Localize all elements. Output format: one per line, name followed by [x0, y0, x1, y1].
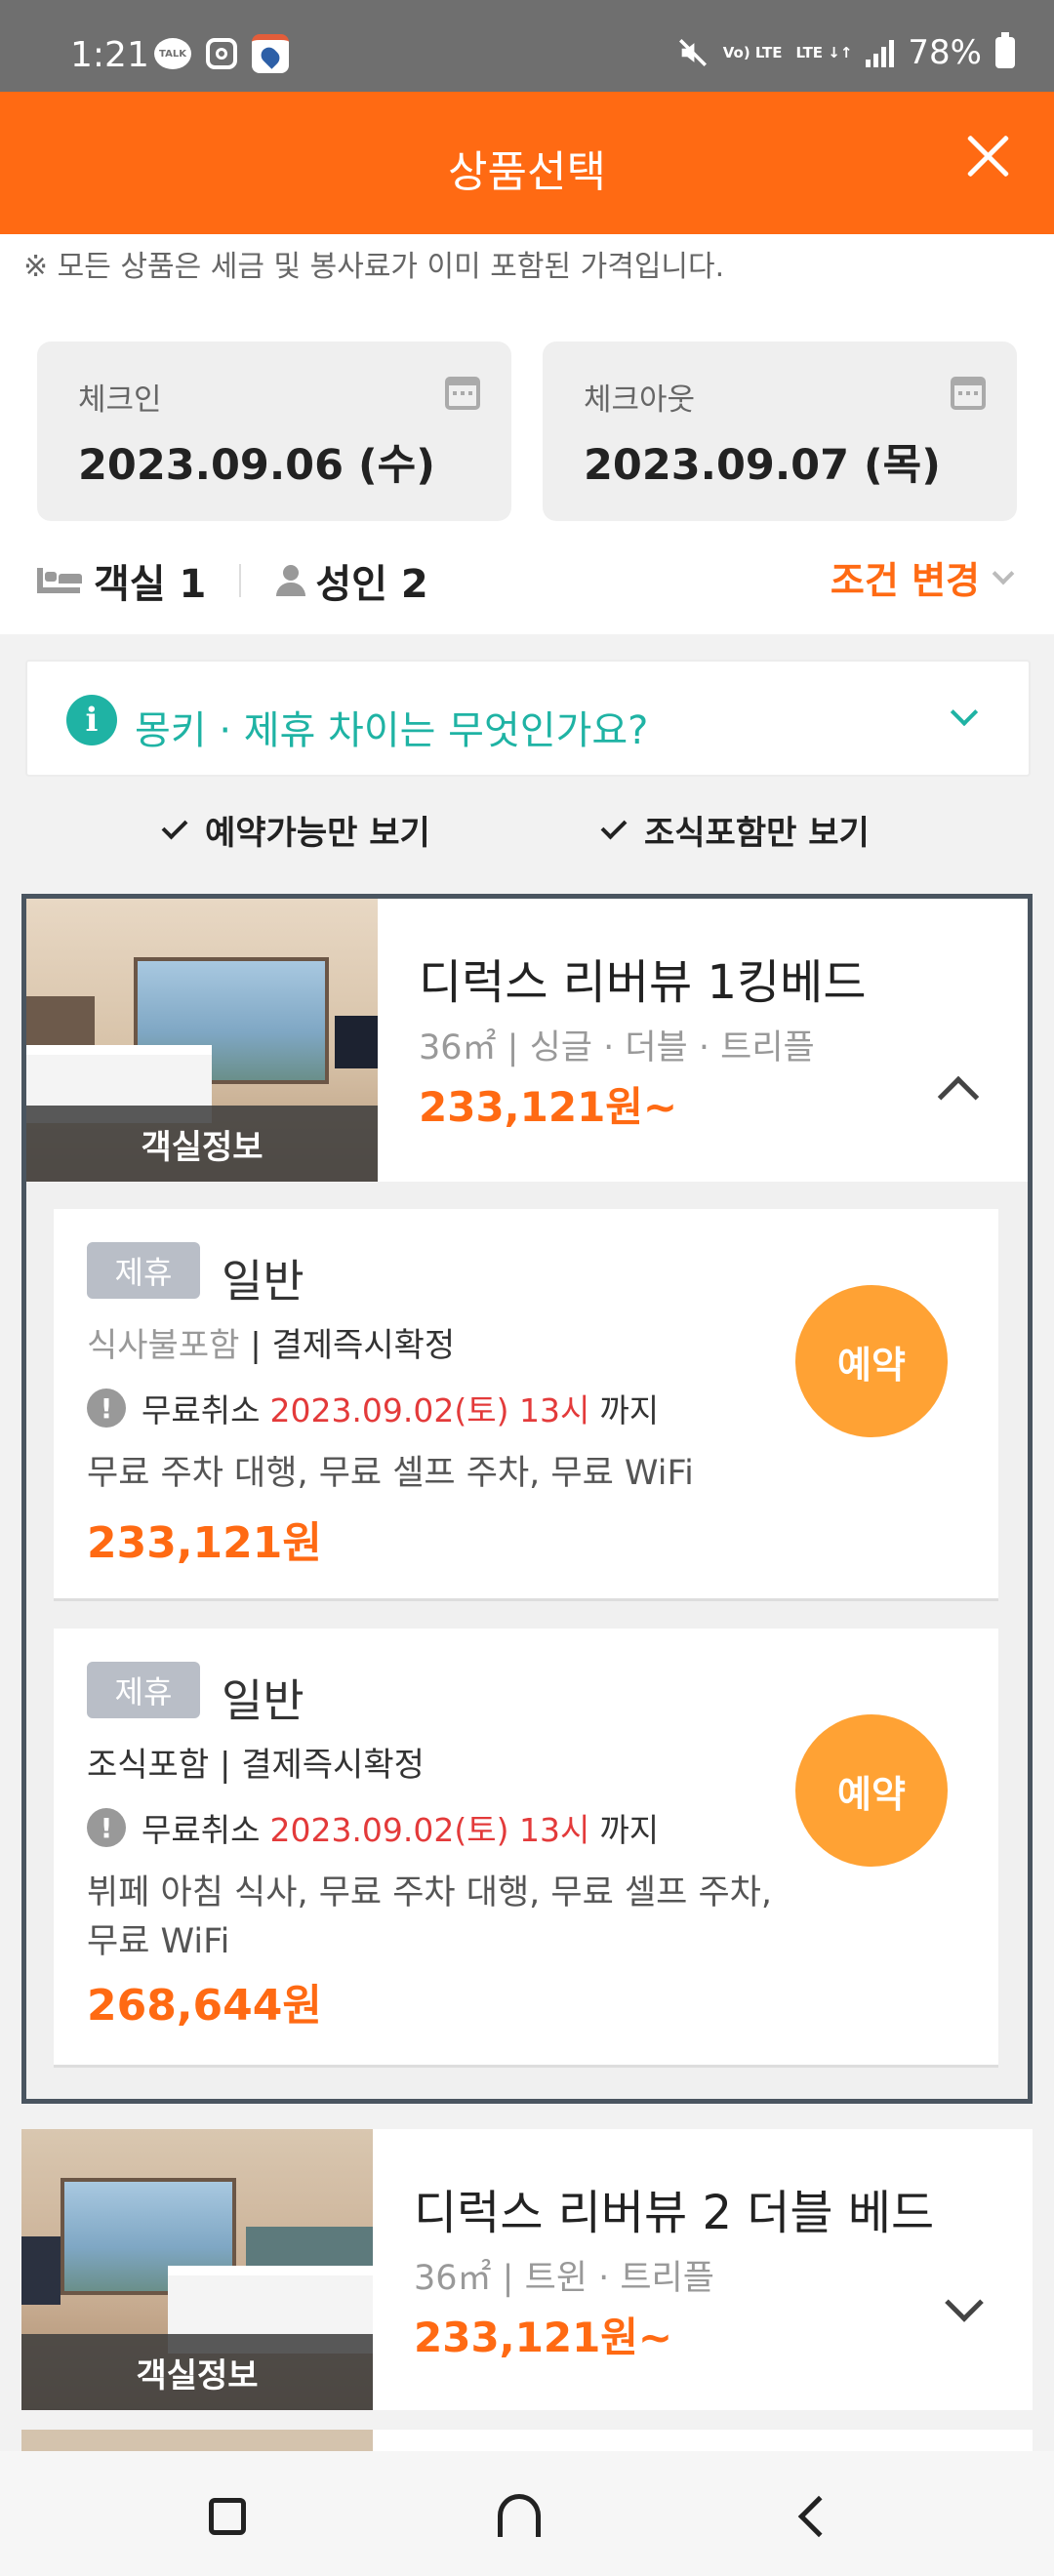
- volte-indicator: Vo) LTE: [722, 44, 783, 61]
- alert-icon: !: [87, 1389, 126, 1428]
- cancel-prefix: 무료취소: [142, 1391, 261, 1429]
- status-bar: 1:21 TALK Vo) LTE LTE ↓↑ 78%: [0, 0, 1054, 92]
- checkout-date-box[interactable]: 체크아웃 2023.09.07 (목): [543, 342, 1017, 521]
- info-icon: i: [66, 695, 117, 745]
- system-indicators: Vo) LTE LTE ↓↑ 78%: [676, 32, 1015, 72]
- room-photo[interactable]: 객실정보: [21, 2129, 373, 2410]
- notification-icons: TALK: [154, 34, 289, 73]
- room-price: 233,121원~: [414, 2314, 673, 2361]
- checkin-label: 체크인: [78, 382, 162, 418]
- rate-offer: 제휴 일반 식사불포함 | 결제즉시확정 ! 무료취소 2023.09.02(토…: [54, 1209, 998, 1601]
- payment-label: | 결제즉시확정: [250, 1326, 456, 1365]
- meal-info: 식사불포함 | 결제즉시확정: [87, 1318, 455, 1366]
- room-name: 디럭스 리버뷰 2 더블 베드: [414, 2186, 935, 2240]
- chevron-down-icon: [992, 562, 1015, 584]
- book-button[interactable]: 예약: [795, 1285, 948, 1437]
- checkout-label: 체크아웃: [584, 382, 696, 418]
- divider: [239, 564, 242, 597]
- home-icon[interactable]: [498, 2494, 541, 2537]
- room-price: 233,121원~: [419, 1083, 678, 1131]
- rate-offer: 제휴 일반 조식포함 | 결제즉시확정 ! 무료취소 2023.09.02(토)…: [54, 1629, 998, 2068]
- recent-apps-icon[interactable]: [209, 2498, 246, 2535]
- cancel-suffix: 까지: [599, 1811, 660, 1849]
- chevron-up-icon[interactable]: [937, 1075, 980, 1118]
- app-icon: [252, 34, 289, 73]
- tax-notice: ※ 모든 상품은 세금 및 봉사료가 이미 포함된 가격입니다.: [0, 234, 1054, 312]
- system-nav-bar: [0, 2451, 1054, 2576]
- checkin-date-box[interactable]: 체크인 2023.09.06 (수): [37, 342, 511, 521]
- bed-icon: [37, 568, 82, 593]
- offer-price: 233,121원: [87, 1518, 322, 1568]
- signal-icon: [866, 38, 895, 67]
- meal-info: 조식포함 | 결제즉시확정: [87, 1738, 425, 1786]
- cancel-deadline: 2023.09.02(토) 13시: [269, 1391, 590, 1429]
- meal-label: 식사불포함: [87, 1326, 240, 1365]
- page-title: 상품선택: [448, 147, 606, 197]
- cancel-policy: ! 무료취소 2023.09.02(토) 13시 까지: [87, 1385, 659, 1431]
- close-button[interactable]: [958, 127, 1017, 185]
- offer-type: 일반: [222, 1255, 304, 1308]
- offer-type: 일반: [222, 1674, 304, 1727]
- search-conditions: 체크인 2023.09.06 (수) 체크아웃 2023.09.07 (목) 객…: [0, 312, 1054, 634]
- header-bar: 상품선택: [0, 92, 1054, 234]
- check-icon: [600, 813, 628, 839]
- calendar-icon: [951, 377, 986, 410]
- status-time: 1:21: [70, 35, 149, 75]
- change-conditions-label: 조건 변경: [830, 559, 980, 602]
- filter-available-label: 예약가능만 보기: [205, 814, 430, 853]
- cancel-policy: ! 무료취소 2023.09.02(토) 13시 까지: [87, 1804, 659, 1851]
- cancel-prefix: 무료취소: [142, 1811, 261, 1849]
- room-info-label: 객실정보: [21, 2334, 373, 2410]
- check-icon: [161, 813, 188, 839]
- faq-question: 몽키 · 제휴 차이는 무엇인가요?: [135, 708, 649, 753]
- checkin-value: 2023.09.06 (수): [78, 441, 435, 490]
- battery-icon: [995, 32, 1015, 68]
- payment-label: | 결제즉시확정: [219, 1746, 425, 1785]
- room-spec: 36㎡ | 싱글 · 더블 · 트리플: [419, 1028, 815, 1067]
- room-name: 디럭스 리버뷰 1킹베드: [419, 955, 867, 1010]
- faq-accordion[interactable]: i 몽키 · 제휴 차이는 무엇인가요?: [25, 660, 1031, 777]
- chevron-down-icon[interactable]: [945, 2283, 984, 2322]
- partner-tag: 제휴: [87, 1662, 200, 1718]
- guest-summary: 객실 1 성인 2: [37, 552, 428, 609]
- adult-count: 성인 2: [315, 562, 428, 607]
- alert-icon: !: [87, 1808, 126, 1847]
- room-spec: 36㎡ | 트윈 · 트리플: [414, 2259, 714, 2298]
- lte-indicator: LTE ↓↑: [795, 44, 853, 61]
- book-button[interactable]: 예약: [795, 1714, 948, 1867]
- back-icon[interactable]: [797, 2495, 840, 2538]
- change-conditions-button[interactable]: 조건 변경: [830, 550, 1015, 604]
- kakaotalk-icon: TALK: [154, 35, 191, 72]
- amenities: 뷔페 아침 식사, 무료 주차 대행, 무료 셀프 주차, 무료 WiFi: [87, 1873, 772, 1961]
- person-icon: [274, 563, 307, 598]
- room-header[interactable]: 객실정보 디럭스 리버뷰 2 더블 베드 36㎡ | 트윈 · 트리플 233,…: [21, 2129, 1033, 2410]
- partner-tag: 제휴: [87, 1242, 200, 1299]
- checkout-value: 2023.09.07 (목): [584, 441, 941, 490]
- chevron-down-icon: [950, 698, 979, 727]
- room-count: 객실 1: [94, 562, 207, 607]
- mute-icon: [678, 38, 707, 67]
- filter-breakfast-only[interactable]: 조식포함만 보기: [600, 806, 870, 854]
- meal-label: 조식포함: [87, 1746, 210, 1785]
- room-photo[interactable]: 객실정보: [26, 899, 378, 1182]
- room-header[interactable]: 객실정보 디럭스 리버뷰 1킹베드 36㎡ | 싱글 · 더블 · 트리플 23…: [26, 899, 1028, 1182]
- amenities: 무료 주차 대행, 무료 셀프 주차, 무료 WiFi: [87, 1454, 694, 1493]
- cancel-deadline: 2023.09.02(토) 13시: [269, 1811, 590, 1849]
- cancel-suffix: 까지: [599, 1391, 660, 1429]
- room-card[interactable]: 객실정보 디럭스 리버뷰 2 더블 베드 36㎡ | 트윈 · 트리플 233,…: [21, 2129, 1033, 2410]
- calendar-icon: [445, 377, 480, 410]
- room-card: 객실정보 디럭스 리버뷰 1킹베드 36㎡ | 싱글 · 더블 · 트리플 23…: [21, 894, 1033, 2104]
- filter-breakfast-label: 조식포함만 보기: [644, 814, 870, 853]
- offer-price: 268,644원: [87, 1981, 322, 2031]
- battery-percent: 78%: [908, 33, 982, 72]
- room-info-label: 객실정보: [26, 1106, 378, 1182]
- instagram-icon: [203, 35, 240, 72]
- filter-available-only[interactable]: 예약가능만 보기: [161, 806, 430, 854]
